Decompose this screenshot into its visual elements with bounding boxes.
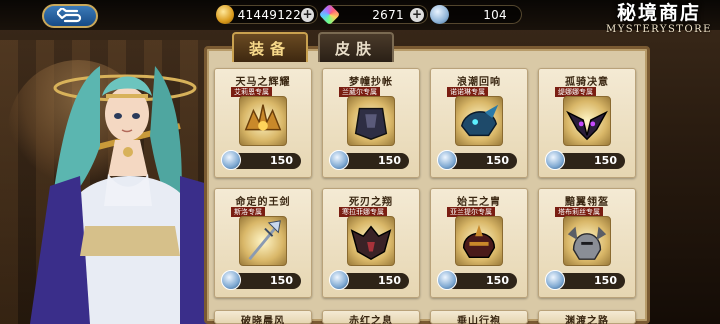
price-button[interactable]: 150 bbox=[221, 150, 301, 170]
item-grid: 天马之辉耀 艾莉恩专属 150 梦幢抄帐 兰葳尔专属 150 浪潮回响 诺诺琳专 bbox=[214, 68, 636, 324]
ticket-counter: 104 bbox=[430, 5, 522, 24]
gold-coin-icon bbox=[216, 5, 234, 24]
ticket-icon bbox=[437, 150, 457, 170]
shop-item-card[interactable]: 黯翼翎盔 塔布莉丝专属 150 bbox=[538, 188, 636, 298]
item-name: 孤骑决意 bbox=[565, 77, 609, 88]
item-name: 命定的王剑 bbox=[235, 197, 291, 208]
shop-item-card[interactable]: 始王之胄 亚兰提尔专属 150 bbox=[430, 188, 528, 298]
item-name: 天马之辉耀 bbox=[235, 77, 291, 88]
shop-item-card[interactable]: 垂山行袍 bbox=[430, 310, 528, 324]
price-button[interactable]: 150 bbox=[329, 150, 409, 170]
tab-skins[interactable]: 皮肤 bbox=[318, 32, 394, 62]
ticket-value: 104 bbox=[483, 7, 507, 22]
ticket-icon bbox=[545, 270, 565, 290]
silver-helm-icon bbox=[563, 216, 611, 266]
item-name: 破晓晨风 bbox=[241, 316, 285, 324]
item-name: 黯翼翎盔 bbox=[565, 197, 609, 208]
price-button[interactable]: 150 bbox=[545, 150, 625, 170]
tab-equipment[interactable]: 装备 bbox=[232, 32, 308, 62]
ticket-icon bbox=[221, 150, 241, 170]
ticket-icon bbox=[430, 5, 449, 24]
item-name: 梦幢抄帐 bbox=[349, 77, 393, 88]
item-price: 150 bbox=[270, 274, 293, 287]
store-title-en: MYSTERYSTORE bbox=[605, 24, 712, 35]
shop-item-card[interactable]: 孤骑决意 缇娜娜专属 150 bbox=[538, 68, 636, 178]
ticket-icon bbox=[545, 150, 565, 170]
gem-counter: 2671 + bbox=[318, 3, 428, 26]
item-price: 150 bbox=[378, 154, 401, 167]
trident-icon bbox=[239, 216, 287, 266]
shop-item-card[interactable]: 破晓晨风 bbox=[214, 310, 312, 324]
item-name: 垂山行袍 bbox=[457, 316, 501, 324]
shop-item-card[interactable]: 命定的王剑 斯洛专属 150 bbox=[214, 188, 312, 298]
back-button[interactable] bbox=[42, 4, 98, 28]
shop-item-card[interactable]: 渊渡之路 bbox=[538, 310, 636, 324]
item-name: 始王之胄 bbox=[457, 197, 501, 208]
item-price: 150 bbox=[486, 154, 509, 167]
dragon-helm-icon bbox=[455, 96, 503, 146]
back-arrow-icon bbox=[57, 8, 82, 23]
price-button[interactable]: 150 bbox=[221, 270, 301, 290]
rainbow-gem-icon bbox=[318, 3, 341, 26]
shop-item-card[interactable]: 赤红之息 bbox=[322, 310, 420, 324]
item-name: 渊渡之路 bbox=[565, 316, 609, 324]
item-price: 150 bbox=[486, 274, 509, 287]
item-name: 浪潮回响 bbox=[457, 77, 501, 88]
item-price: 150 bbox=[594, 274, 617, 287]
ticket-icon bbox=[437, 270, 457, 290]
shop-item-card[interactable]: 天马之辉耀 艾莉恩专属 150 bbox=[214, 68, 312, 178]
store-title: 秘境商店 MYSTERYSTORE bbox=[606, 2, 712, 35]
item-name: 死刃之翔 bbox=[349, 197, 393, 208]
add-gems-button[interactable]: + bbox=[410, 7, 424, 22]
winged-mask-icon bbox=[563, 96, 611, 146]
item-price: 150 bbox=[270, 154, 293, 167]
item-price: 150 bbox=[594, 154, 617, 167]
shop-item-card[interactable]: 浪潮回响 诺诺琳专属 150 bbox=[430, 68, 528, 178]
shop-item-card[interactable]: 死刃之翔 寒拉菲娜专属 150 bbox=[322, 188, 420, 298]
gold-counter: 41449122 + bbox=[216, 5, 318, 24]
store-title-cn: 秘境商店 bbox=[616, 2, 701, 24]
price-button[interactable]: 150 bbox=[437, 150, 517, 170]
ticket-icon bbox=[329, 150, 349, 170]
price-button[interactable]: 150 bbox=[437, 270, 517, 290]
top-bar: 41449122 + 2671 + 104 秘境商店 MYSTERYSTORE bbox=[0, 0, 720, 35]
ticket-icon bbox=[221, 270, 241, 290]
add-gold-button[interactable]: + bbox=[301, 7, 314, 22]
gem-value: 2671 bbox=[372, 7, 404, 22]
golden-crest-icon bbox=[239, 96, 287, 146]
dark-armor-icon bbox=[347, 96, 395, 146]
ticket-icon bbox=[329, 270, 349, 290]
item-price: 150 bbox=[378, 274, 401, 287]
character-portrait bbox=[30, 66, 230, 324]
crimson-helm-icon bbox=[455, 216, 503, 266]
bat-armor-icon bbox=[347, 216, 395, 266]
game-scene: 41449122 + 2671 + 104 秘境商店 MYSTERYSTORE … bbox=[0, 0, 720, 324]
gold-value: 41449122 bbox=[237, 7, 302, 22]
shop-item-card[interactable]: 梦幢抄帐 兰葳尔专属 150 bbox=[322, 68, 420, 178]
price-button[interactable]: 150 bbox=[545, 270, 625, 290]
item-name: 赤红之息 bbox=[349, 316, 393, 324]
price-button[interactable]: 150 bbox=[329, 270, 409, 290]
